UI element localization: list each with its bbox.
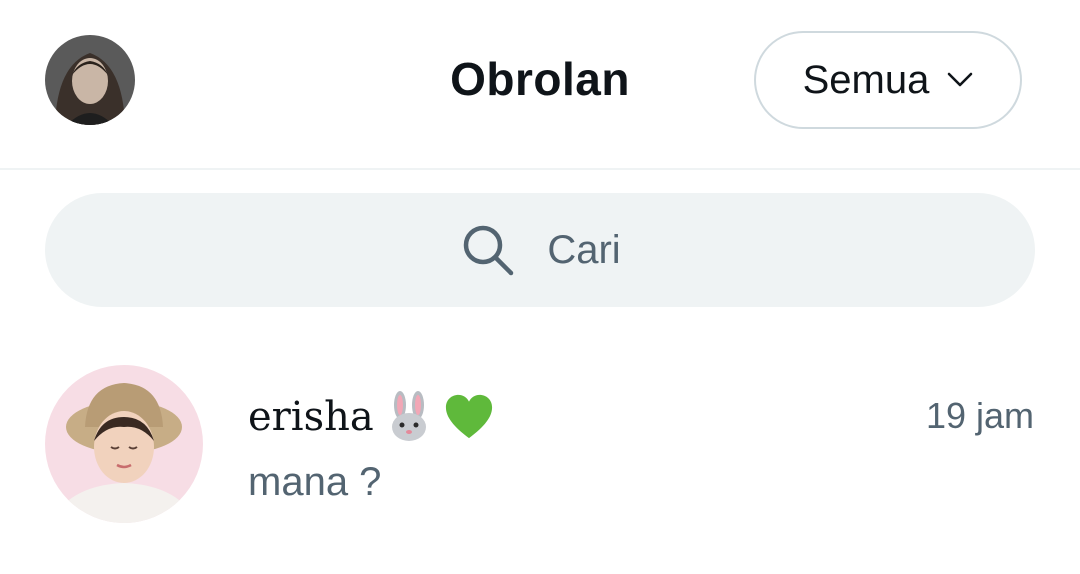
chevron-down-icon: [948, 72, 973, 87]
conversation-name: erisha: [248, 394, 374, 440]
avatar-image: [45, 365, 203, 523]
search-placeholder: Cari: [547, 227, 621, 272]
green-heart-emoji: [445, 394, 492, 439]
top-bar: Obrolan Semua: [0, 0, 1080, 170]
rabbit-face-emoji: [391, 391, 426, 441]
filter-label: Semua: [802, 57, 930, 102]
filter-dropdown-button[interactable]: Semua: [754, 31, 1022, 129]
search-input[interactable]: Cari: [45, 193, 1035, 307]
conversation-avatar: [45, 365, 203, 523]
conversation-name-row: erisha: [248, 391, 494, 443]
search-icon: [464, 225, 514, 276]
conversation-preview: mana ?: [248, 460, 382, 504]
conversation-time: 19 jam: [925, 395, 1034, 436]
conversation-item[interactable]: erisha 19 jam mana ?: [0, 345, 1080, 545]
